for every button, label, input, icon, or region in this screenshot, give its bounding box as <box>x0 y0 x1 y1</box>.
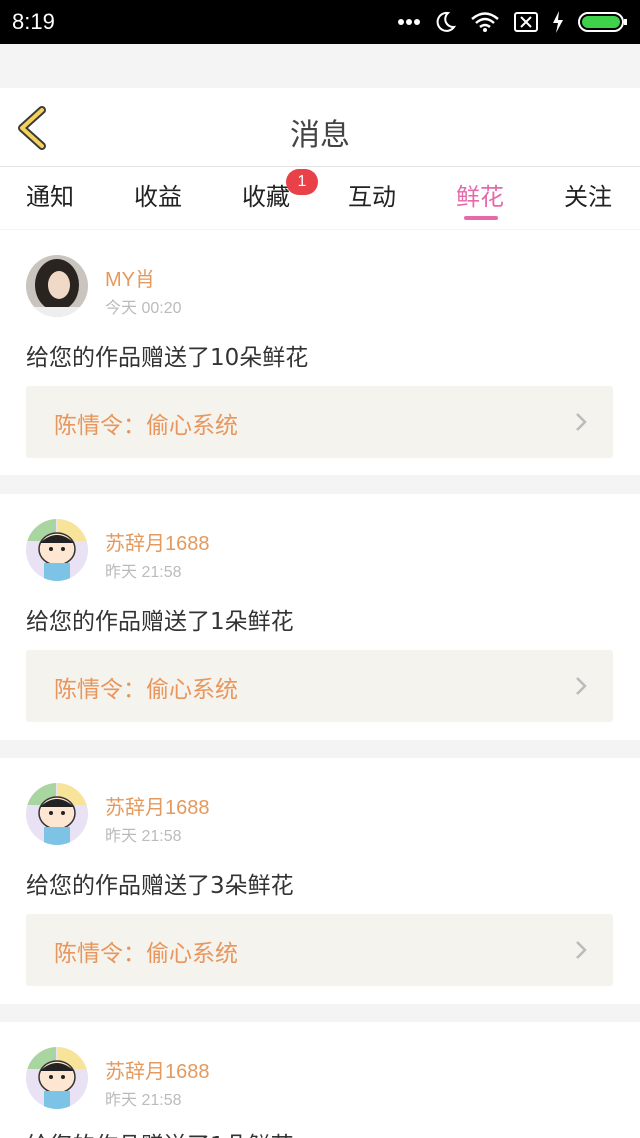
work-title: 陈情令：偷心系统 <box>54 677 238 703</box>
tab-earnings[interactable]: 收益 <box>134 177 182 212</box>
tab-favorites[interactable]: 收藏 1 <box>242 169 318 212</box>
tab-label: 通知 <box>26 183 74 211</box>
status-time: 8:19 <box>12 9 55 34</box>
message-card: 苏辞月1688 昨天 21:58 给您的作品赠送了1朵鲜花 陈情令：偷心系统 <box>0 494 640 740</box>
message-card: 苏辞月1688 昨天 21:58 给您的作品赠送了1朵鲜花 <box>0 1022 640 1138</box>
cartoon-avatar-icon <box>26 519 88 581</box>
moon-icon <box>436 11 456 32</box>
page-title: 消息 <box>290 118 350 153</box>
photo-avatar-icon <box>26 255 88 317</box>
chevron-right-icon <box>576 677 587 695</box>
cartoon-avatar-icon <box>26 1047 88 1109</box>
tab-follows[interactable]: 关注 <box>564 177 612 212</box>
tab-label: 关注 <box>564 183 612 211</box>
tab-notifications[interactable]: 通知 <box>26 177 74 212</box>
work-link[interactable]: 陈情令：偷心系统 <box>26 914 613 986</box>
tab-interactions[interactable]: 互动 <box>348 177 396 212</box>
tab-label: 互动 <box>348 183 396 211</box>
work-link[interactable]: 陈情令：偷心系统 <box>26 386 613 458</box>
tab-bar: 通知 收益 收藏 1 互动 鲜花 关注 <box>0 167 640 229</box>
username[interactable]: 苏辞月1688 <box>105 527 210 556</box>
timestamp: 昨天 21:58 <box>105 828 182 845</box>
charging-icon <box>553 11 563 33</box>
user-avatar[interactable] <box>26 255 88 317</box>
no-sim-icon <box>514 12 538 32</box>
tab-label: 收益 <box>134 183 182 211</box>
user-avatar[interactable] <box>26 783 88 845</box>
battery-icon <box>578 12 627 32</box>
work-title: 陈情令：偷心系统 <box>54 413 238 439</box>
message-text: 给您的作品赠送了3朵鲜花 <box>26 873 294 899</box>
cartoon-avatar-icon <box>26 783 88 845</box>
tab-label: 收藏 <box>242 183 290 211</box>
work-title: 陈情令：偷心系统 <box>54 941 238 967</box>
chevron-right-icon <box>576 941 587 959</box>
work-link[interactable]: 陈情令：偷心系统 <box>26 650 613 722</box>
timestamp: 今天 00:20 <box>105 300 182 317</box>
timestamp: 昨天 21:58 <box>105 1092 182 1109</box>
status-icons <box>398 11 628 33</box>
timestamp: 昨天 21:58 <box>105 564 182 581</box>
chevron-right-icon <box>576 413 587 431</box>
message-card: 苏辞月1688 昨天 21:58 给您的作品赠送了3朵鲜花 陈情令：偷心系统 <box>0 758 640 1004</box>
more-dots-icon <box>398 19 420 25</box>
unread-badge: 1 <box>286 169 318 195</box>
tab-label: 鲜花 <box>456 183 504 211</box>
message-text: 给您的作品赠送了1朵鲜花 <box>26 1126 294 1138</box>
tab-flowers[interactable]: 鲜花 <box>456 177 504 212</box>
status-bar: 8:19 <box>0 0 640 44</box>
message-text: 给您的作品赠送了10朵鲜花 <box>26 345 309 371</box>
header-bar: 消息 <box>0 88 640 167</box>
user-avatar[interactable] <box>26 519 88 581</box>
user-avatar[interactable] <box>26 1047 88 1109</box>
active-tab-indicator <box>464 216 498 220</box>
username[interactable]: MY肖 <box>105 263 155 292</box>
username[interactable]: 苏辞月1688 <box>105 1055 210 1084</box>
username[interactable]: 苏辞月1688 <box>105 791 210 820</box>
wifi-icon <box>471 12 499 32</box>
message-text: 给您的作品赠送了1朵鲜花 <box>26 609 294 635</box>
message-card: MY肖 今天 00:20 给您的作品赠送了10朵鲜花 陈情令：偷心系统 <box>0 230 640 475</box>
